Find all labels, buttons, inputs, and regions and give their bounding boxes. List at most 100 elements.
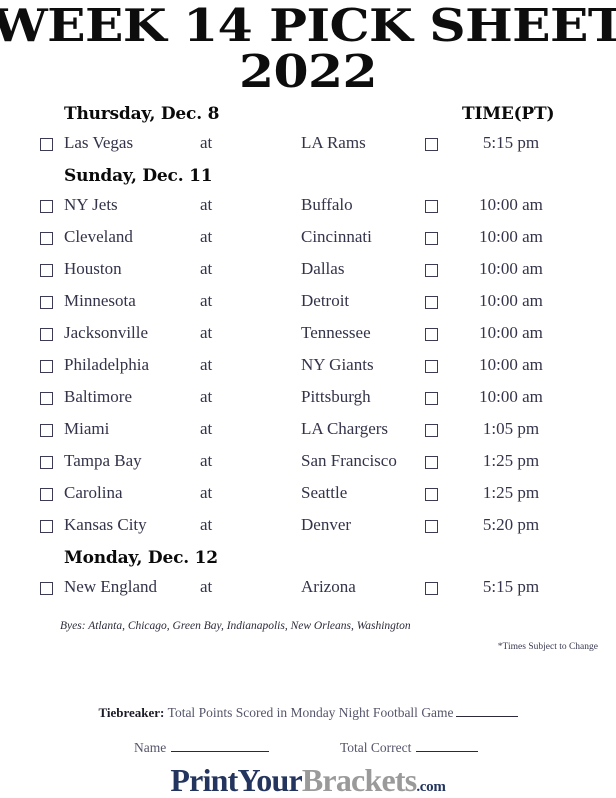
game-time: 10:00 am: [479, 323, 543, 343]
away-team-name: Houston: [64, 259, 122, 279]
home-team-checkbox[interactable]: [425, 232, 438, 246]
home-team-checkbox[interactable]: [425, 582, 438, 596]
game-time: 1:05 pm: [482, 419, 540, 439]
away-team-checkbox[interactable]: [40, 264, 53, 278]
away-team-name: Minnesota: [64, 291, 136, 311]
home-team-checkbox[interactable]: [425, 424, 438, 438]
home-team-checkbox[interactable]: [425, 360, 438, 374]
game-row: NY Jets at Buffalo 10:00 am: [0, 194, 616, 226]
home-team-checkbox[interactable]: [425, 138, 438, 152]
home-team-checkbox[interactable]: [425, 488, 438, 502]
game-row: Houston at Dallas 10:00 am: [0, 258, 616, 290]
time-column-header: TIME(PT): [462, 104, 555, 125]
away-team-checkbox[interactable]: [40, 392, 53, 406]
at-separator: at: [200, 291, 213, 311]
total-correct-label: Total Correct: [340, 740, 412, 755]
date-header-label: Monday, Dec. 12: [64, 548, 218, 569]
away-team-name: Kansas City: [64, 515, 147, 535]
game-row: New England at Arizona 5:15 pm: [0, 576, 616, 608]
game-time: 10:00 am: [479, 355, 543, 375]
game-row: Las Vegas at LA Rams 5:15 pm: [0, 132, 616, 164]
home-team-name: LA Chargers: [301, 419, 389, 439]
title-line-2: 2022: [238, 45, 378, 99]
home-team-name: Pittsburgh: [301, 387, 371, 407]
at-separator: at: [200, 419, 213, 439]
game-time: 10:00 am: [479, 387, 543, 407]
away-team-checkbox[interactable]: [40, 138, 53, 152]
away-team-checkbox[interactable]: [40, 456, 53, 470]
date-header-row: Monday, Dec. 12: [0, 546, 616, 576]
game-time: 5:15 pm: [482, 133, 540, 153]
logo-part-printyour: PrintYour: [170, 762, 302, 798]
home-team-name: Arizona: [301, 577, 356, 597]
home-team-name: Denver: [301, 515, 352, 535]
game-time: 1:25 pm: [482, 483, 540, 503]
home-team-name: LA Rams: [301, 133, 366, 153]
away-team-checkbox[interactable]: [40, 520, 53, 534]
away-team-checkbox[interactable]: [40, 488, 53, 502]
home-team-name: Detroit: [301, 291, 350, 311]
game-time: 5:15 pm: [482, 577, 540, 597]
game-row: Cleveland at Cincinnati 10:00 am: [0, 226, 616, 258]
date-header-row: Sunday, Dec. 11: [0, 164, 616, 194]
game-row: Philadelphia at NY Giants 10:00 am: [0, 354, 616, 386]
at-separator: at: [200, 227, 213, 247]
game-row: Baltimore at Pittsburgh 10:00 am: [0, 386, 616, 418]
at-separator: at: [200, 259, 213, 279]
name-field-group: Name: [134, 740, 270, 756]
home-team-checkbox[interactable]: [425, 264, 438, 278]
at-separator: at: [200, 483, 213, 503]
away-team-checkbox[interactable]: [40, 424, 53, 438]
home-team-name: San Francisco: [301, 451, 397, 471]
logo-part-brackets: Brackets: [301, 762, 417, 798]
away-team-name: Baltimore: [64, 387, 132, 407]
home-team-checkbox[interactable]: [425, 328, 438, 342]
home-team-name: Dallas: [301, 259, 345, 279]
away-team-checkbox[interactable]: [40, 328, 53, 342]
game-time: 5:20 pm: [482, 515, 540, 535]
at-separator: at: [200, 387, 213, 407]
printyourbrackets-logo[interactable]: PrintYourBrackets.com: [0, 764, 616, 796]
game-row: Kansas City at Denver 5:20 pm: [0, 514, 616, 546]
game-row: Tampa Bay at San Francisco 1:25 pm: [0, 450, 616, 482]
date-header-row: Thursday, Dec. 8 TIME(PT): [0, 102, 616, 132]
home-team-checkbox[interactable]: [425, 520, 438, 534]
home-team-checkbox[interactable]: [425, 456, 438, 470]
away-team-name: New England: [64, 577, 158, 597]
at-separator: at: [200, 323, 213, 343]
home-team-checkbox[interactable]: [425, 392, 438, 406]
away-team-checkbox[interactable]: [40, 360, 53, 374]
at-separator: at: [200, 133, 213, 153]
away-team-checkbox[interactable]: [40, 296, 53, 310]
game-time: 10:00 am: [479, 291, 543, 311]
page-title: WEEK 14 PICK SHEET 2022: [0, 0, 616, 94]
away-team-checkbox[interactable]: [40, 200, 53, 214]
game-time: 1:25 pm: [482, 451, 540, 471]
game-row: Miami at LA Chargers 1:05 pm: [0, 418, 616, 450]
home-team-checkbox[interactable]: [425, 200, 438, 214]
at-separator: at: [200, 195, 213, 215]
tiebreaker-text: Total Points Scored in Monday Night Foot…: [167, 705, 454, 720]
home-team-name: Buffalo: [301, 195, 353, 215]
title-line-1: WEEK 14 PICK SHEET: [0, 0, 616, 52]
game-row: Minnesota at Detroit 10:00 am: [0, 290, 616, 322]
away-team-checkbox[interactable]: [40, 582, 53, 596]
game-time: 10:00 am: [479, 259, 543, 279]
away-team-name: Tampa Bay: [64, 451, 142, 471]
home-team-name: Cincinnati: [301, 227, 372, 247]
pick-sheet-body: Thursday, Dec. 8 TIME(PT) Las Vegas at LA Ra…: [0, 102, 616, 608]
home-team-checkbox[interactable]: [425, 296, 438, 310]
total-correct-input-line[interactable]: [416, 751, 479, 752]
tiebreaker-input-line[interactable]: [455, 716, 518, 717]
at-separator: at: [200, 451, 213, 471]
away-team-name: Cleveland: [64, 227, 133, 247]
name-input-line[interactable]: [171, 751, 270, 752]
away-team-name: NY Jets: [64, 195, 118, 215]
game-time: 10:00 am: [479, 195, 543, 215]
away-team-name: Jacksonville: [64, 323, 149, 343]
at-separator: at: [200, 577, 213, 597]
away-team-name: Las Vegas: [64, 133, 134, 153]
byes-line: Byes: Atlanta, Chicago, Green Bay, India…: [60, 620, 411, 632]
away-team-checkbox[interactable]: [40, 232, 53, 246]
date-header-label: Sunday, Dec. 11: [64, 166, 213, 187]
